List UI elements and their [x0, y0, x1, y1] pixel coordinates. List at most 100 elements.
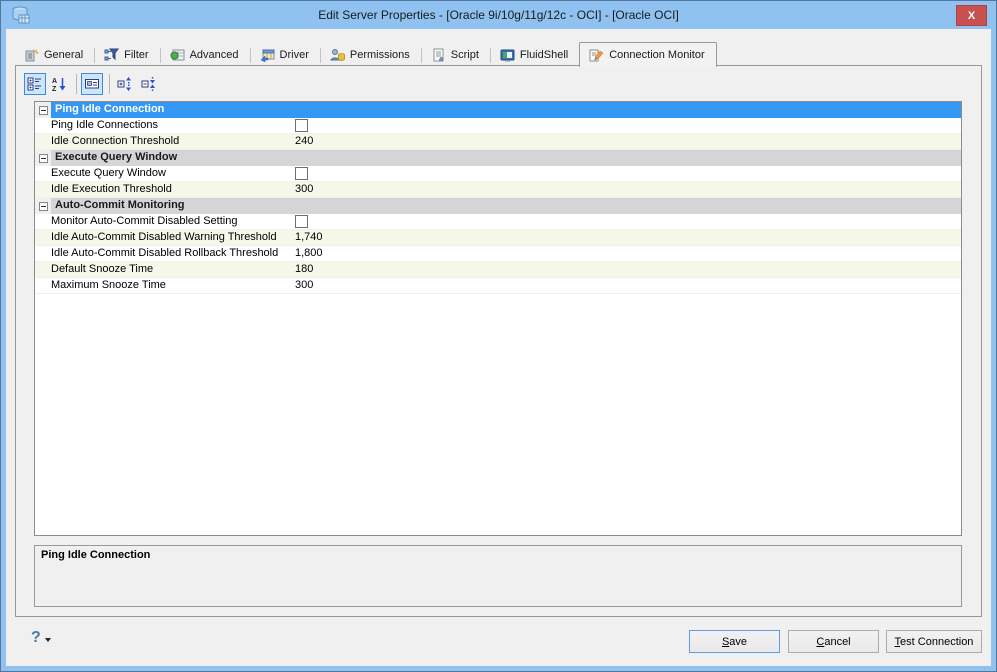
- warning-threshold-value[interactable]: 1,740: [295, 230, 961, 245]
- cancel-button[interactable]: Cancel: [788, 630, 879, 653]
- property-grid-toolbar: A Z: [24, 72, 162, 96]
- property-row[interactable]: Idle Connection Threshold 240: [35, 134, 961, 150]
- gutter: [35, 214, 51, 229]
- titlebar: Edit Server Properties - [Oracle 9i/10g/…: [2, 1, 995, 29]
- tab-fluidshell[interactable]: FluidShell: [491, 44, 579, 66]
- property-row[interactable]: Ping Idle Connections: [35, 118, 961, 134]
- rollback-threshold-value[interactable]: 1,800: [295, 246, 961, 261]
- tabstrip: General Filter Advanced Driver Permissio…: [15, 42, 982, 67]
- tab-permissions[interactable]: Permissions: [321, 44, 421, 66]
- help-icon[interactable]: ?: [31, 628, 41, 648]
- property-label: Idle Execution Threshold: [51, 183, 172, 195]
- category-label: Auto-Commit Monitoring: [51, 198, 961, 214]
- category-row-execute-query-window[interactable]: Execute Query Window: [35, 150, 961, 166]
- advanced-icon: [170, 49, 185, 60]
- property-row[interactable]: Idle Auto-Commit Disabled Warning Thresh…: [35, 230, 961, 246]
- connection-monitor-panel: A Z Ping Idle Connection Ping Idle Conne…: [15, 65, 982, 617]
- connection-monitor-icon: [589, 49, 604, 62]
- property-value: [295, 166, 961, 181]
- category-label: Execute Query Window: [51, 150, 961, 166]
- gutter: [35, 134, 51, 149]
- property-value: [295, 214, 961, 229]
- idle-execution-threshold-value[interactable]: 300: [295, 182, 961, 197]
- collapse-all-button[interactable]: [138, 73, 160, 95]
- description-title: Ping Idle Connection: [41, 549, 151, 561]
- help-menu[interactable]: ?: [31, 628, 51, 648]
- collapse-toggle-icon[interactable]: [38, 201, 48, 211]
- tab-label: General: [44, 48, 84, 61]
- gutter: [35, 262, 51, 277]
- collapse-toggle-icon[interactable]: [38, 153, 48, 163]
- dialog-body: General Filter Advanced Driver Permissio…: [6, 29, 991, 666]
- tab-general[interactable]: General: [15, 44, 94, 66]
- save-button[interactable]: Save: [689, 630, 780, 653]
- property-row[interactable]: Execute Query Window: [35, 166, 961, 182]
- gutter: [35, 118, 51, 133]
- gutter: [35, 150, 51, 166]
- gutter: [35, 278, 51, 293]
- category-row-auto-commit-monitoring[interactable]: Auto-Commit Monitoring: [35, 198, 961, 214]
- property-row[interactable]: Default Snooze Time 180: [35, 262, 961, 278]
- property-row[interactable]: Idle Execution Threshold 300: [35, 182, 961, 198]
- property-label: Idle Auto-Commit Disabled Rollback Thres…: [51, 247, 279, 259]
- collapse-all-icon: [141, 77, 155, 91]
- alphabetical-sort-button[interactable]: A Z: [48, 73, 70, 95]
- show-description-button[interactable]: [81, 73, 103, 95]
- tab-label: Driver: [279, 48, 309, 61]
- property-label: Monitor Auto-Commit Disabled Setting: [51, 215, 238, 227]
- driver-icon: [260, 49, 275, 62]
- monitor-auto-commit-disabled-checkbox[interactable]: [295, 215, 308, 228]
- gutter: [35, 182, 51, 197]
- alphabetical-sort-icon: A Z: [52, 78, 66, 92]
- ping-idle-connections-checkbox[interactable]: [295, 119, 308, 132]
- categorized-view-button[interactable]: [24, 73, 46, 95]
- tab-label: Script: [450, 48, 479, 61]
- collapse-toggle-icon[interactable]: [38, 105, 48, 115]
- property-value: [295, 118, 961, 133]
- svg-text:Z: Z: [52, 86, 57, 92]
- category-row-ping-idle-connection[interactable]: Ping Idle Connection: [35, 102, 961, 118]
- property-grid: Ping Idle Connection Ping Idle Connectio…: [34, 101, 962, 536]
- property-row[interactable]: Maximum Snooze Time 300: [35, 278, 961, 294]
- maximum-snooze-time-value[interactable]: 300: [295, 278, 961, 293]
- gutter: [35, 198, 51, 214]
- tab-connection-monitor[interactable]: Connection Monitor: [579, 42, 717, 67]
- toolbar-separator: [109, 74, 110, 94]
- tab-filter[interactable]: Filter: [95, 44, 159, 66]
- fluidshell-icon: [500, 49, 515, 61]
- show-description-icon: [85, 79, 99, 89]
- property-label: Idle Auto-Commit Disabled Warning Thresh…: [51, 231, 277, 243]
- general-icon: [25, 48, 39, 61]
- expand-all-icon: [117, 77, 131, 91]
- tab-driver[interactable]: Driver: [251, 44, 320, 66]
- close-button[interactable]: X: [956, 5, 987, 26]
- description-panel: Ping Idle Connection: [34, 545, 962, 607]
- category-label: Ping Idle Connection: [51, 102, 961, 118]
- property-label: Execute Query Window: [51, 167, 166, 179]
- tab-label: Filter: [124, 48, 149, 61]
- property-label: Maximum Snooze Time: [51, 279, 166, 291]
- execute-query-window-checkbox[interactable]: [295, 167, 308, 180]
- test-connection-button[interactable]: Test Connection: [886, 630, 982, 653]
- idle-connection-threshold-value[interactable]: 240: [295, 134, 961, 149]
- tab-advanced[interactable]: Advanced: [161, 44, 250, 66]
- tab-label: Connection Monitor: [609, 49, 705, 61]
- expand-all-button[interactable]: [114, 73, 136, 95]
- script-icon: [433, 48, 444, 61]
- gutter: [35, 230, 51, 245]
- default-snooze-time-value[interactable]: 180: [295, 262, 961, 277]
- app-database-icon: [12, 6, 30, 24]
- property-row[interactable]: Monitor Auto-Commit Disabled Setting: [35, 214, 961, 230]
- permissions-icon: [330, 48, 345, 61]
- window-title: Edit Server Properties - [Oracle 9i/10g/…: [318, 8, 679, 22]
- property-label: Ping Idle Connections: [51, 119, 159, 131]
- categorized-view-icon: [27, 77, 41, 91]
- chevron-down-icon[interactable]: [44, 637, 51, 642]
- property-row[interactable]: Idle Auto-Commit Disabled Rollback Thres…: [35, 246, 961, 262]
- edit-server-properties-dialog: Edit Server Properties - [Oracle 9i/10g/…: [0, 0, 997, 672]
- tab-label: FluidShell: [519, 48, 569, 61]
- tab-label: Permissions: [349, 48, 410, 61]
- gutter: [35, 102, 51, 118]
- tab-script[interactable]: Script: [422, 44, 490, 66]
- gutter: [35, 166, 51, 181]
